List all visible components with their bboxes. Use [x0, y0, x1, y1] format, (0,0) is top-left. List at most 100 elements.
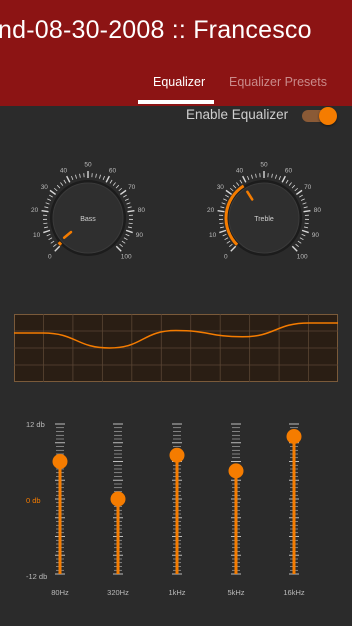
treble-tick-label: 60: [285, 167, 293, 174]
eq-curve-svg: [13, 314, 338, 382]
treble-tick-label: 30: [217, 184, 225, 191]
bass-scale-tick: [123, 237, 128, 241]
slider-thumb[interactable]: [110, 491, 126, 507]
bass-scale-tick: [121, 240, 126, 244]
bass-scale-tick: [115, 245, 122, 252]
bass-tick-label: 40: [60, 167, 68, 174]
bass-scale-tick: [60, 182, 64, 186]
treble-scale-tick: [217, 209, 225, 213]
enable-equalizer-toggle[interactable]: [302, 107, 337, 125]
treble-scale-tick: [281, 175, 286, 183]
treble-scale-tick: [219, 222, 224, 225]
treble-knob[interactable]: 0 10 20 30 40 50 60 70 80 90 100 Treble: [189, 150, 339, 280]
track-title: nd-08-30-2008 :: Francesco: [0, 16, 312, 44]
treble-tick-label: 40: [236, 167, 244, 174]
treble-scale-tick: [302, 202, 307, 205]
tab-equalizer[interactable]: Equalizer: [153, 75, 205, 89]
bass-scale-tick: [50, 240, 55, 244]
sliders-svg: [52, 423, 302, 575]
band-slider-16khz[interactable]: [286, 423, 302, 575]
bass-scale-tick: [123, 194, 127, 198]
band-sliders: 12 db 0 db -12 db 80Hz 320Hz 1kHz 5kHz 1…: [0, 410, 352, 610]
band-label-5khz: 5kHz: [227, 588, 245, 597]
band-slider-1khz[interactable]: [169, 423, 185, 575]
treble-tick-label: 10: [209, 232, 217, 239]
enable-equalizer-label: Enable Equalizer: [186, 107, 289, 122]
bass-scale-tick: [44, 206, 49, 209]
slider-fill: [292, 436, 296, 574]
treble-scale-tick: [242, 175, 247, 183]
treble-scale-tick: [232, 184, 237, 189]
tab-equalizer-presets[interactable]: Equalizer Presets: [229, 75, 327, 89]
bass-scale-tick: [95, 173, 97, 178]
treble-scale-tick: [297, 240, 302, 244]
bass-knob-dial: 0 10 20 30 40 50 60 70 80 90 100 Bass: [31, 162, 145, 261]
bass-scale-tick: [127, 226, 133, 229]
bass-tick-label: 20: [31, 207, 39, 214]
band-slider-320hz[interactable]: [110, 423, 126, 575]
slider-thumb[interactable]: [228, 463, 244, 479]
bass-scale-tick: [66, 175, 71, 183]
bass-scale-tick: [56, 184, 61, 189]
treble-scale-tick: [303, 206, 308, 209]
bass-scale-tick: [41, 209, 49, 213]
bass-scale-tick: [49, 189, 57, 196]
treble-scale-tick: [304, 222, 309, 225]
treble-scale-tick: [247, 176, 250, 181]
treble-tick-label: 0: [224, 254, 228, 261]
slider-thumb[interactable]: [286, 429, 302, 444]
treble-scale-tick: [219, 229, 227, 234]
treble-scale-tick: [229, 187, 234, 192]
treble-scale-tick: [301, 233, 306, 237]
bass-scale-tick: [43, 222, 48, 225]
treble-scale-tick: [224, 237, 229, 241]
treble-scale-tick: [230, 245, 237, 252]
treble-tick-label: 70: [304, 184, 312, 191]
treble-scale-tick: [291, 245, 298, 252]
bass-scale-tick: [43, 229, 51, 234]
band-label-16khz: 16kHz: [283, 588, 305, 597]
bass-scale-tick: [47, 198, 52, 201]
bass-scale-tick: [53, 243, 57, 247]
band-label-1khz: 1kHz: [168, 588, 186, 597]
treble-scale-tick: [219, 226, 225, 229]
treble-scale-tick: [221, 202, 226, 205]
bass-scale-tick: [45, 202, 50, 205]
slider-fill: [58, 461, 62, 574]
treble-scale-tick: [229, 243, 233, 247]
treble-scale-tick: [236, 182, 240, 186]
treble-tick-label: 50: [260, 162, 268, 169]
bass-tick-label: 60: [109, 167, 117, 174]
treble-scale-tick: [271, 173, 273, 178]
treble-knob-dial: 0 10 20 30 40 50 60 70 80 90 100 Treble: [207, 162, 322, 261]
slider-thumb[interactable]: [169, 447, 185, 463]
treble-tick-label: 20: [207, 207, 215, 214]
band-slider-80hz[interactable]: [52, 423, 68, 575]
slider-fill: [116, 499, 120, 574]
treble-scale-tick: [278, 176, 281, 181]
bass-tick-label: 10: [33, 232, 41, 239]
slider-fill: [175, 455, 179, 574]
bass-scale-tick: [75, 174, 77, 179]
bass-scale-tick: [128, 222, 133, 225]
treble-scale-tick: [275, 174, 277, 179]
active-tab-indicator: [138, 100, 214, 104]
bass-scale-tick: [54, 245, 61, 252]
treble-scale-tick: [303, 226, 309, 229]
treble-tick-label: 100: [297, 254, 308, 261]
bass-scale-tick: [109, 179, 113, 184]
toggle-thumb: [319, 107, 337, 125]
treble-tick-label: 80: [314, 207, 322, 214]
tab-bar: Equalizer Equalizer Presets: [0, 64, 352, 106]
bass-knob[interactable]: 0 10 20 30 40 50 60 70 80 90 100 Bass: [13, 150, 163, 280]
bass-scale-tick: [124, 198, 129, 201]
band-slider-5khz[interactable]: [228, 423, 244, 575]
treble-scale-tick: [225, 189, 233, 196]
bass-scale-tick: [79, 173, 81, 178]
bass-knob-label: Bass: [80, 216, 96, 223]
slider-thumb[interactable]: [52, 454, 68, 469]
treble-scale-tick: [239, 179, 243, 184]
treble-scale-tick: [220, 206, 225, 209]
treble-scale-tick: [299, 194, 303, 198]
title-bar: nd-08-30-2008 :: Francesco: [0, 0, 352, 64]
